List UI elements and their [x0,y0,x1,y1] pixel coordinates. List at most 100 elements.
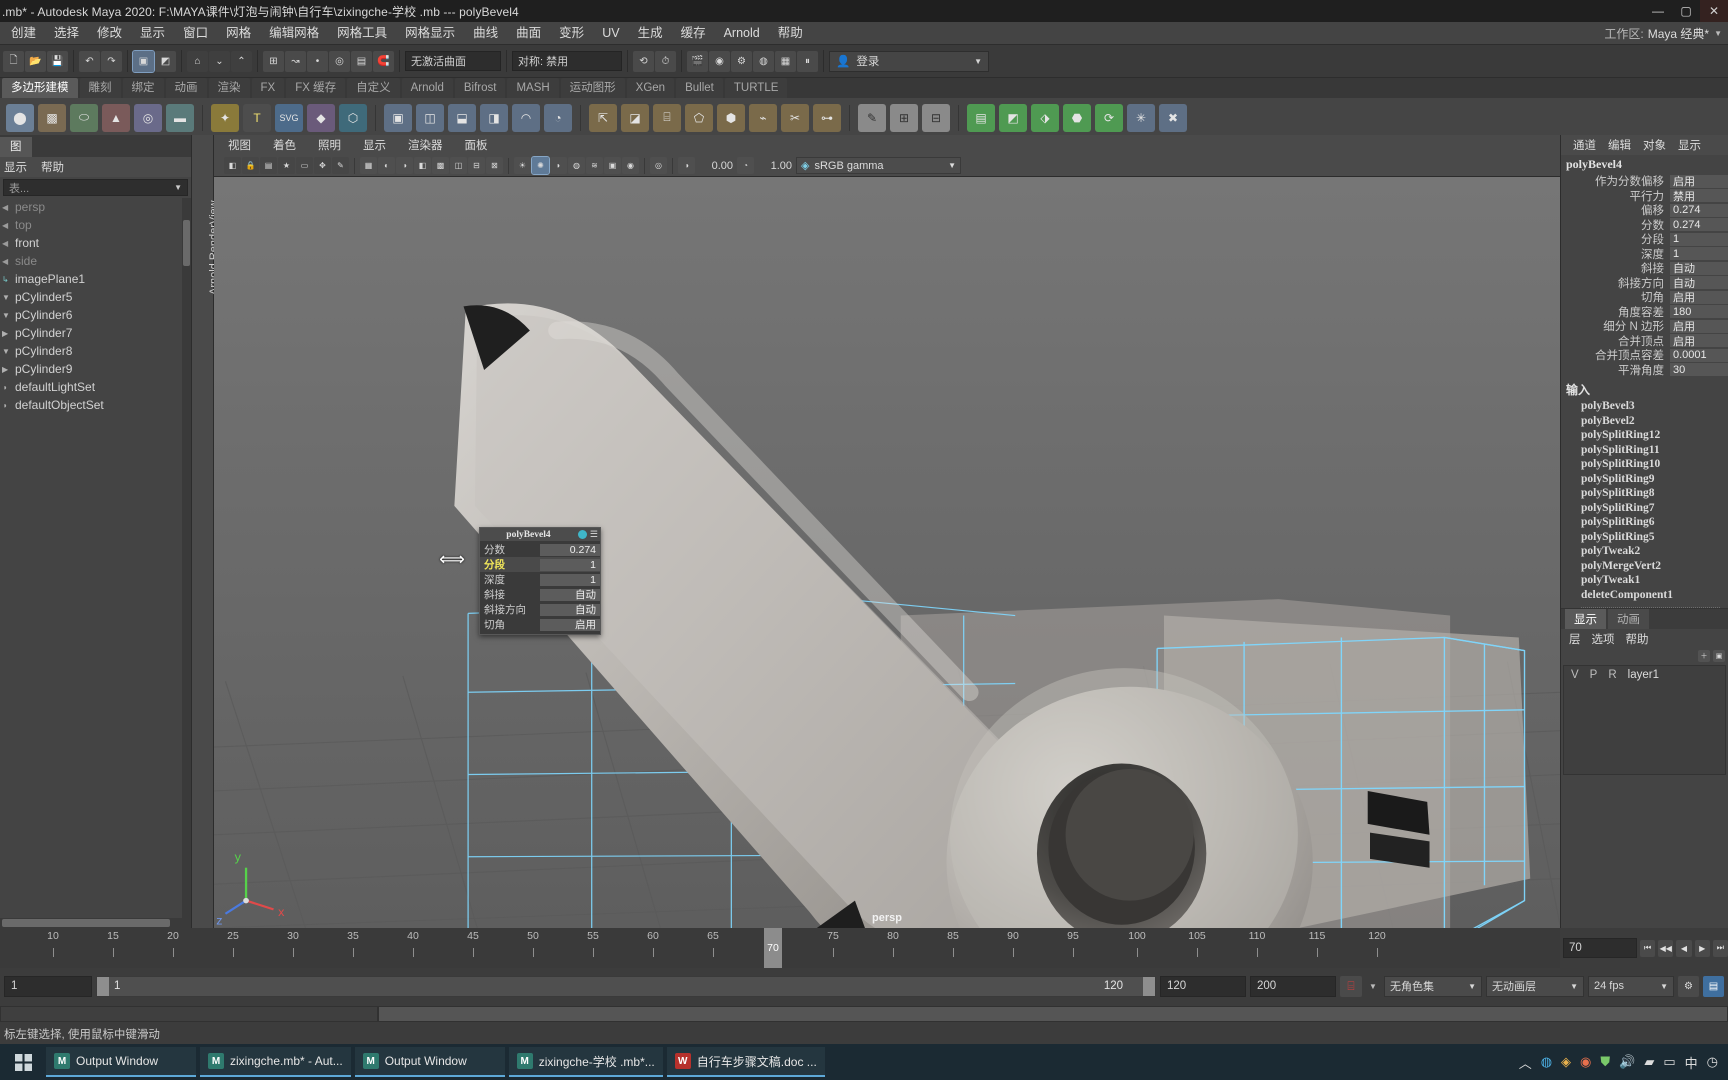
channel-row[interactable]: 斜接方向 自动 [1561,276,1728,291]
offset-edge-loop-icon[interactable]: ⊟ [922,103,950,132]
shelf-tab-xgen[interactable]: XGen [626,78,675,98]
shelf-tab-rendering[interactable]: 渲染 [208,78,250,98]
type-icon[interactable]: ◆ [307,103,335,132]
exposure-value[interactable]: 0.00 [696,157,736,174]
fill-hole-icon[interactable]: ⬢ [717,103,745,132]
firefox-icon[interactable]: ◉ [1580,1054,1591,1070]
channel-row[interactable]: 偏移 0.274 [1561,203,1728,218]
mesh-icon[interactable]: ▶ [2,365,11,374]
set-icon[interactable]: ◑ [2,401,11,410]
menu-item-mesh[interactable]: 网格 [217,22,260,44]
select-camera-icon[interactable]: ◧ [224,157,241,174]
snap-view-plane-icon[interactable]: ▤ [351,50,372,72]
tool-popup-row-value[interactable]: 1 [540,558,600,571]
menu-item-uv[interactable]: UV [593,22,628,44]
channel-value[interactable]: 0.0001 [1670,348,1728,362]
input-node[interactable]: deleteComponent1 [1561,588,1728,603]
menu-item-windows[interactable]: 窗口 [174,22,217,44]
default-lighting-icon[interactable]: ☀ [514,157,531,174]
viewport-3d-canvas[interactable]: y x z persp ⟺ polyBevel4 ☰ 分数 0.274 分段 1… [214,177,1560,928]
save-scene-icon[interactable]: 💾 [47,50,68,72]
layer-row[interactable]: V P R layer1 [1564,666,1725,683]
tool-popup-row[interactable]: 分段 1 [480,557,600,572]
tab-display-layers[interactable]: 显示 [1565,609,1606,629]
shelf-tab-mash[interactable]: MASH [507,78,559,98]
two-d-pan-zoom-icon[interactable]: ✥ [314,157,331,174]
network-icon[interactable]: ▰ [1644,1054,1654,1070]
shelf-tab-turtle[interactable]: TURTLE [724,78,788,98]
range-start-field[interactable]: 1 [4,975,92,997]
clock-icon[interactable]: ◷ [1707,1054,1718,1070]
set-icon[interactable]: ◑ [2,383,11,392]
channel-box-menu-object[interactable]: 对象 [1643,137,1666,153]
exposure-icon[interactable]: ◑ [678,157,695,174]
mesh-icon[interactable]: ▼ [2,347,11,356]
layer-menu-help[interactable]: 帮助 [1626,631,1649,647]
extrude-icon[interactable]: ⇱ [589,103,617,132]
taskbar-item[interactable]: M zixingche-学校 .mb*... [508,1047,663,1077]
new-layer-from-selected-icon[interactable]: ▣ [1713,650,1725,662]
command-line-output-field[interactable] [378,1006,1728,1022]
outliner-menu-display[interactable]: 显示 [4,159,27,175]
channel-value[interactable]: 禁用 [1670,189,1728,203]
symmetry-field[interactable]: 对称: 禁用 [512,51,622,71]
viewport-menu-lighting[interactable]: 照明 [318,137,341,153]
input-node[interactable]: polyBevel2 [1561,414,1728,429]
all-lights-icon[interactable]: ✺ [531,156,550,175]
smooth-proxy-icon[interactable]: ◩ [999,103,1027,132]
mirror-icon[interactable]: ◨ [480,103,508,132]
menu-item-create[interactable]: 创建 [2,22,45,44]
bevel-icon[interactable]: ◪ [621,103,649,132]
select-hierarchy-template-icon[interactable]: ⌃ [231,50,252,72]
combine-icon[interactable]: ▣ [384,103,412,132]
input-node[interactable]: polySplitRing7 [1561,501,1728,516]
playback-speed-selector[interactable]: 24 fps ▼ [1588,975,1674,997]
motion-blur-icon[interactable]: ≋ [586,157,603,174]
sphere-icon[interactable]: ⬤ [6,103,34,132]
transfer-attributes-icon[interactable]: ⬗ [1031,103,1059,132]
menu-item-modify[interactable]: 修改 [88,22,131,44]
taskbar-item[interactable]: W 自行车步骤文稿.doc ... [666,1047,825,1077]
menu-item-curves[interactable]: 曲线 [464,22,507,44]
history-icon[interactable]: ⟲ [633,50,654,72]
shelf-tab-animation[interactable]: 动画 [165,78,207,98]
cylinder-icon[interactable]: ⬭ [70,103,98,132]
bookmark-icon[interactable]: ★ [278,157,295,174]
magnet-icon[interactable]: 🧲 [373,50,394,72]
channel-value[interactable]: 180 [1670,305,1728,319]
viewport-menu-show[interactable]: 显示 [363,137,386,153]
channel-row[interactable]: 合并顶点容差 0.0001 [1561,348,1728,363]
screen-space-ao-icon[interactable]: ◍ [568,157,585,174]
color-space-selector[interactable]: ◈ sRGB gamma ▼ [796,157,961,174]
chevron-down-icon[interactable]: ▼ [1366,982,1380,991]
layer-visibility-toggle[interactable]: V [1571,669,1579,681]
menu-item-select[interactable]: 选择 [45,22,88,44]
volume-icon[interactable]: 🔊 [1619,1054,1635,1070]
channel-box-menu-show[interactable]: 显示 [1678,137,1701,153]
channel-value[interactable]: 30 [1670,363,1728,377]
ipr-render-icon[interactable]: ◉ [709,50,730,72]
gamma-value[interactable]: 1.00 [755,157,795,174]
menu-item-edit-mesh[interactable]: 编辑网格 [260,22,328,44]
quad-draw-icon[interactable]: ✎ [858,103,886,132]
channel-row[interactable]: 细分 N 边形 启用 [1561,319,1728,334]
go-to-start-icon[interactable]: ⏮ [1640,939,1656,957]
current-frame-field[interactable]: 70 [1563,938,1638,958]
layer-playback-toggle[interactable]: P [1590,669,1598,681]
list-item[interactable]: ◀ front [0,234,191,252]
shelf-tab-fx[interactable]: FX [251,78,285,98]
channel-value[interactable]: 自动 [1670,261,1728,275]
snap-projected-center-icon[interactable]: ◎ [329,50,350,72]
mesh-icon[interactable]: ▶ [2,329,11,338]
channel-row[interactable]: 平行力 禁用 [1561,189,1728,204]
maximize-button[interactable]: ▢ [1672,0,1700,22]
animation-end-field[interactable]: 200 [1250,975,1336,997]
chat-icon[interactable]: ◈ [1561,1054,1571,1070]
open-scene-icon[interactable]: 📂 [25,50,46,72]
input-node[interactable]: polyTweak1 [1561,573,1728,588]
channel-row[interactable]: 深度 1 [1561,247,1728,262]
xray-icon[interactable]: ◫ [450,157,467,174]
arnold-renderview-tab[interactable]: Arnold RenderView [192,135,220,928]
remesh-icon[interactable]: ⬣ [1063,103,1091,132]
outliner-search-input[interactable]: 表... ▼ [3,179,188,196]
